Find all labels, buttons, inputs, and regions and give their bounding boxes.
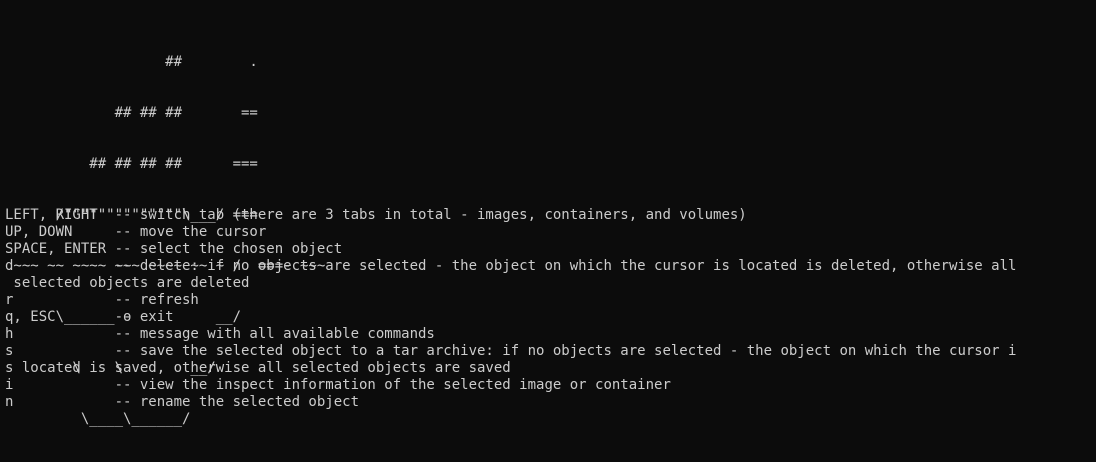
help-line-inspect: i -- view the inspect information of the…	[5, 377, 671, 393]
logo-line: ## ## ## ## ===	[5, 156, 258, 172]
help-line-delete: d -- delete: if no objects are selected …	[5, 258, 1017, 274]
help-line-exit: q, ESC -- exit	[5, 309, 174, 325]
help-text: LEFT, RIGHT -- switch tab (there are 3 t…	[5, 207, 1091, 411]
help-line-save: s -- save the selected object to a tar a…	[5, 343, 1017, 359]
help-line-help: h -- message with all available commands	[5, 326, 435, 342]
logo-line: ## .	[5, 54, 258, 70]
terminal-window[interactable]: ## . ## ## ## == ## ## ## ## === /""""""…	[5, 0, 1091, 427]
help-line-rename: n -- rename the selected object	[5, 394, 360, 410]
logo-line: \____\______/	[5, 411, 191, 427]
help-line-save-wrap: s located is saved, otherwise all select…	[5, 360, 511, 376]
help-line-delete-wrap: selected objects are deleted	[5, 275, 250, 291]
help-line-select: SPACE, ENTER -- select the chosen object	[5, 241, 343, 257]
help-line-refresh: r -- refresh	[5, 292, 199, 308]
help-line-switch-tab: LEFT, RIGHT -- switch tab (there are 3 t…	[5, 207, 747, 223]
logo-line: ## ## ## ==	[5, 105, 258, 121]
help-line-move-cursor: UP, DOWN -- move the cursor	[5, 224, 267, 240]
